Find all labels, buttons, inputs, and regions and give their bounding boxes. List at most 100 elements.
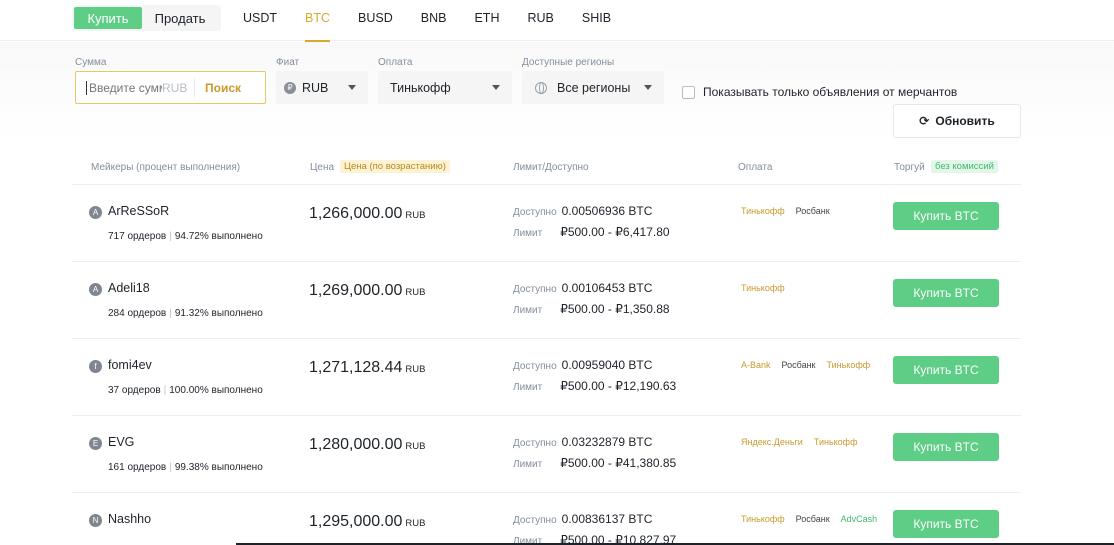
avatar: E [89,437,102,450]
merchants-only-toggle[interactable]: Показывать только объявления от мерчанто… [682,85,957,99]
payment-methods: Тинькофф Росбанк AdvCash [738,513,885,525]
price: 1,295,000.00 RUB [309,513,425,531]
asset-tab-rub[interactable]: RUB [527,0,553,41]
payment-method-tag: Тинькофф [738,513,788,525]
buy-tab[interactable]: Купить [74,7,142,29]
price-unit: RUB [405,441,426,452]
limit-range: Лимит ₽500.00 - ₽1,350.88 [513,302,670,316]
asset-tab-shib[interactable]: SHIB [582,0,611,41]
completion-rate: 100.00% выполнено [169,385,263,396]
available-label: Доступно [513,515,557,526]
refresh-icon: ⟳ [919,114,930,128]
price: 1,269,000.00 RUB [309,282,425,300]
merchants-only-label: Показывать только объявления от мерчанто… [703,85,958,99]
globe-icon [535,81,547,94]
limit-value: ₽500.00 - ₽12,190.63 [560,379,677,393]
order-count: 161 ордеров [108,462,167,473]
price-unit: RUB [405,364,426,375]
payment-method-tag: Тинькофф [738,282,788,294]
merchant-stats: 717 ордеров | 94.72% выполнено [108,231,263,242]
buy-btc-button[interactable]: Купить BTC [893,510,999,538]
regions-select[interactable]: Все регионы [522,71,664,104]
limit-label: Лимит [513,305,543,316]
amount-input[interactable] [86,80,162,95]
buy-sell-toggle: Купить Продать [72,5,221,31]
asset-tab-busd[interactable]: BUSD [358,0,393,41]
fiat-select[interactable]: ₽ RUB [276,71,368,104]
payment-methods: Яндекс.Деньги Тинькофф [738,436,866,448]
available-label: Доступно [513,207,557,218]
merchant-name[interactable]: Adeli18 [108,281,150,295]
fiat-label: Фиат [276,57,300,68]
payment-method-tag: Тинькофф [810,436,861,448]
regions-value: Все регионы [557,80,631,95]
payment-method-tag: Тинькофф [738,205,788,217]
merchants-only-checkbox[interactable] [682,85,695,99]
price-value: 1,269,000.00 [309,282,403,299]
available-value: 0.03232879 BTC [561,435,653,449]
merchant-stats: 37 ордеров | 100.00% выполнено [108,385,263,396]
chevron-down-icon [348,85,356,90]
refresh-button[interactable]: ⟳ Обновить [893,104,1021,138]
payment-method-tag: Яндекс.Деньги [738,436,806,448]
price-value: 1,280,000.00 [309,436,403,453]
asset-tab-eth[interactable]: ETH [474,0,499,41]
order-count: 37 ордеров [108,385,161,396]
top-bar: Купить Продать USDT BTC BUSD BNB ETH RUB SHIB [0,0,1114,42]
available-value: 0.00836137 BTC [561,512,653,526]
limit-label: Лимит [513,382,543,393]
limit-range: Лимит ₽500.00 - ₽41,380.85 [513,456,676,470]
asset-tab-bnb[interactable]: BNB [421,0,447,41]
table-row: N Nashho 1,295,000.00 RUB Доступно 0.00836… [72,493,1021,545]
available-value: 0.00959040 BTC [561,358,653,372]
payment-methods: A-Bank Росбанк Тинькофф [738,359,878,371]
merchant-name[interactable]: EVG [108,435,134,449]
trade-header: Торгуй [894,162,925,173]
limit-value: ₽500.00 - ₽6,417.80 [560,225,670,239]
limit-range: Лимит ₽500.00 - ₽6,417.80 [513,225,670,239]
limit-label: Лимит [513,459,543,470]
available-label: Доступно [513,284,557,295]
price-unit: RUB [405,518,426,529]
amount-label: Сумма [75,57,107,68]
sell-tab[interactable]: Продать [142,7,218,29]
buy-btc-button[interactable]: Купить BTC [893,433,999,461]
refresh-label: Обновить [935,114,995,128]
price-sort-badge[interactable]: Цена (по возрастанию) [340,160,450,173]
order-count: 717 ордеров [108,231,167,242]
merchant-name[interactable]: Nashho [108,512,151,526]
limit-label: Лимит [513,228,543,239]
amount-field[interactable]: RUB Поиск [75,71,266,104]
price-value: 1,295,000.00 [309,513,403,530]
available-amount: Доступно 0.00106453 BTC [513,281,652,295]
payment-method-tag: Росбанк [778,359,819,371]
order-count: 284 ордеров [108,308,167,319]
asset-tab-btc[interactable]: BTC [305,0,331,42]
payment-select[interactable]: Тинькофф [378,71,512,104]
buy-btc-button[interactable]: Купить BTC [893,279,999,307]
table-row: A ArReSSoR 717 ордеров | 94.72% выполнено … [72,185,1021,262]
available-label: Доступно [513,361,557,372]
chevron-down-icon [644,85,652,90]
buy-btc-button[interactable]: Купить BTC [893,356,999,384]
completion-rate: 91.32% выполнено [174,308,263,319]
payment-method-tag: Тинькофф [823,359,874,371]
no-fee-badge: без комиссий [931,160,998,173]
search-button[interactable]: Поиск [194,78,241,97]
asset-tab-usdt[interactable]: USDT [243,0,277,41]
completion-rate: 99.38% выполнено [174,462,263,473]
buy-btc-button[interactable]: Купить BTC [893,202,999,230]
regions-label: Доступные регионы [522,57,615,68]
payment-value: Тинькофф [390,80,451,95]
payment-header: Оплата [738,162,773,173]
merchant-name[interactable]: ArReSSoR [108,204,169,218]
merchant-stats: 161 ордеров | 99.38% выполнено [108,462,263,473]
available-amount: Доступно 0.00836137 BTC [513,512,652,526]
payment-label: Оплата [378,57,413,68]
asset-tabs: USDT BTC BUSD BNB ETH RUB SHIB [243,0,639,42]
table-row: E EVG 161 ордеров | 99.38% выполнено 1,280… [72,416,1021,493]
merchant-name[interactable]: fomi4ev [108,358,152,372]
avatar: A [89,206,102,219]
price: 1,271,128.44 RUB [309,359,425,377]
price-value: 1,271,128.44 [309,359,403,376]
